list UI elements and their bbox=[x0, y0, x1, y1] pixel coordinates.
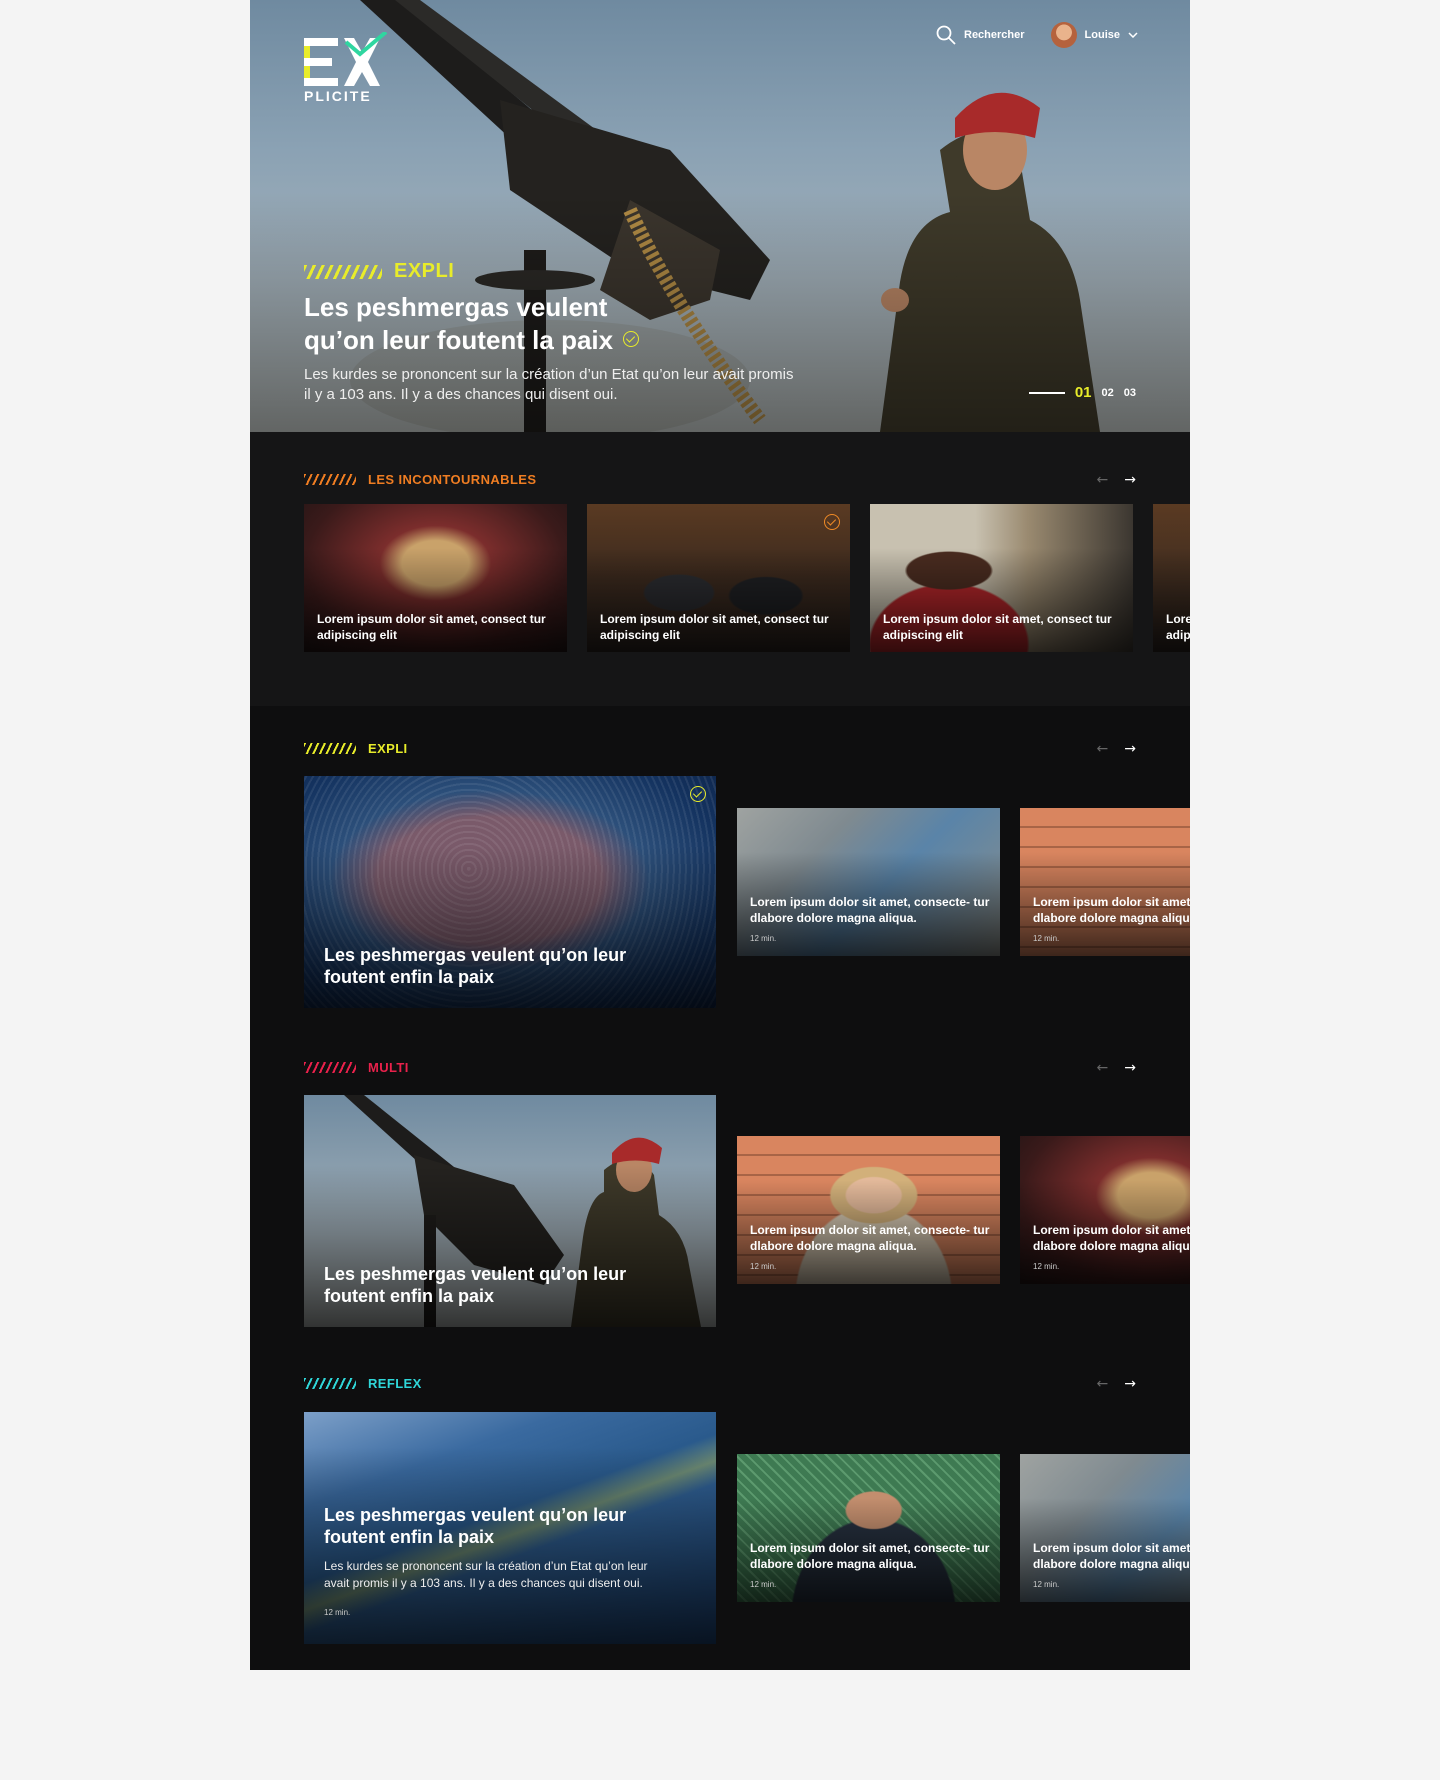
carousel-arrows: ← → bbox=[1097, 472, 1136, 488]
feature-title: Les peshmergas veulent qu’on leur fouten… bbox=[324, 1504, 676, 1624]
section-header-multi: MULTI bbox=[304, 1060, 409, 1075]
hero-title-line1: Les peshmergas veulent bbox=[304, 292, 608, 322]
carousel-arrows: ← → bbox=[1097, 1060, 1136, 1076]
card-caption: Lorem ipsum dolor sit amet, consecte- tu… bbox=[1033, 894, 1190, 947]
hero-tag: EXPLI bbox=[304, 260, 824, 283]
hero-title-line2: qu’on leur foutent la paix bbox=[304, 325, 614, 355]
feature-card[interactable]: Les peshmergas veulent qu’on leur fouten… bbox=[304, 1095, 716, 1327]
stripes-icon bbox=[304, 1062, 356, 1073]
feature-description: Les kurdes se prononcent sur la création… bbox=[324, 1559, 648, 1590]
pager-item-2[interactable]: 02 bbox=[1102, 387, 1114, 399]
card[interactable]: Lorem ipsum dolor sit amet, consecte- tu… bbox=[737, 1454, 1000, 1602]
carousel-arrows: ← → bbox=[1097, 1376, 1136, 1392]
stripes-icon bbox=[304, 474, 356, 485]
arrow-right-icon[interactable]: → bbox=[1124, 1060, 1136, 1076]
hero-text: EXPLI Les peshmergas veulent qu’on leur … bbox=[304, 260, 824, 405]
feature-card[interactable]: Les peshmergas veulent qu’on leur fouten… bbox=[304, 1412, 716, 1644]
stripes-icon bbox=[304, 743, 356, 754]
pager-item-3[interactable]: 03 bbox=[1124, 387, 1136, 399]
card-duration: 12 min. bbox=[750, 1262, 777, 1271]
hero-title[interactable]: Les peshmergas veulent qu’on leur fouten… bbox=[304, 291, 824, 357]
card-caption: Lorem ipsum dolor sit amet, consect tur … bbox=[600, 612, 829, 642]
card[interactable]: Lorem ipsum dolor sit amet, consect tur … bbox=[587, 504, 850, 652]
card[interactable]: Lorem ipsum dolor sit amet, consecte- tu… bbox=[1020, 1136, 1190, 1284]
pager-item-1[interactable]: 01 bbox=[1075, 384, 1092, 401]
brand-logo[interactable]: PLICITE bbox=[304, 30, 390, 112]
check-icon bbox=[623, 331, 640, 348]
chevron-down-icon bbox=[1128, 32, 1138, 38]
section-title: EXPLI bbox=[368, 741, 408, 756]
check-icon bbox=[690, 786, 706, 802]
card-duration: 12 min. bbox=[750, 1580, 777, 1589]
card-caption: Lorem ipsum dolor sit amet, consecte- tu… bbox=[750, 894, 990, 947]
arrow-right-icon[interactable]: → bbox=[1124, 741, 1136, 757]
card[interactable]: Lorem ipsum dolor sit amet, consecte- tu… bbox=[1020, 808, 1190, 956]
card-duration: 12 min. bbox=[1033, 934, 1060, 943]
card-caption: Lorem ipsum dolor sit amet, consecte- tu… bbox=[750, 1222, 990, 1275]
card[interactable]: Lorem ipsum dolor sit amet, consect tur … bbox=[870, 504, 1133, 652]
content-sections: EXPLI ← → Les peshmergas veulent qu’on l… bbox=[250, 706, 1190, 1670]
section-title: LES INCONTOURNABLES bbox=[368, 472, 537, 487]
section-title: MULTI bbox=[368, 1060, 409, 1075]
carousel-arrows: ← → bbox=[1097, 741, 1136, 757]
arrow-right-icon[interactable]: → bbox=[1124, 1376, 1136, 1392]
user-menu[interactable]: Louise bbox=[1050, 22, 1138, 48]
card-caption: Lorem ipsum dolor sit amet, consecte- tu… bbox=[750, 1540, 990, 1593]
arrow-left-icon[interactable]: ← bbox=[1097, 1060, 1109, 1076]
arrow-left-icon[interactable]: ← bbox=[1097, 472, 1109, 488]
card[interactable]: Lorem ipsum dolor sit amet, consecte- tu… bbox=[737, 1136, 1000, 1284]
search-icon bbox=[936, 25, 956, 45]
card-duration: 12 min. bbox=[324, 1608, 351, 1617]
card[interactable]: Lorem ipsum dolor sit amet, consecte- tu… bbox=[737, 808, 1000, 956]
arrow-left-icon[interactable]: ← bbox=[1097, 1376, 1109, 1392]
avatar bbox=[1050, 22, 1077, 48]
card-duration: 12 min. bbox=[1033, 1262, 1060, 1271]
card-caption: Lorem ipsum dolor sit amet, consecte- tu… bbox=[1033, 1222, 1190, 1275]
card-caption: Lorem ipsum dolor sit amet, consect tur … bbox=[883, 612, 1112, 642]
card-caption: Lorem ipsum dolor sit amet, consecte- tu… bbox=[1033, 1540, 1190, 1593]
search-button[interactable]: Rechercher bbox=[936, 25, 1025, 45]
card[interactable]: Lorem ipsum dolor sit amet, consect tur … bbox=[304, 504, 567, 652]
stripes-icon bbox=[304, 264, 382, 279]
hero[interactable]: PLICITE Rechercher Louise EXPLI Les pesh… bbox=[250, 0, 1190, 432]
card-caption: Lorem ipsum dolor sit amet, consect tur … bbox=[1166, 612, 1190, 642]
brand-wordmark: PLICITE bbox=[304, 88, 372, 104]
card[interactable]: Lorem ipsum dolor sit amet, consect tur … bbox=[1153, 504, 1190, 652]
arrow-right-icon[interactable]: → bbox=[1124, 472, 1136, 488]
pager-line bbox=[1028, 391, 1065, 394]
card-duration: 12 min. bbox=[750, 934, 777, 943]
section-header-expli: EXPLI bbox=[304, 741, 408, 756]
hero-tag-label: EXPLI bbox=[394, 260, 455, 282]
stripes-icon bbox=[304, 1378, 356, 1389]
hero-description: Les kurdes se prononcent sur la création… bbox=[304, 366, 794, 403]
search-label: Rechercher bbox=[964, 29, 1025, 41]
feature-title: Les peshmergas veulent qu’on leur fouten… bbox=[324, 1264, 627, 1306]
user-name: Louise bbox=[1084, 29, 1120, 41]
arrow-left-icon[interactable]: ← bbox=[1097, 741, 1109, 757]
card-duration: 12 min. bbox=[1033, 1580, 1060, 1589]
section-header: LES INCONTOURNABLES bbox=[304, 472, 536, 487]
section-title: REFLEX bbox=[368, 1376, 422, 1391]
topbar: Rechercher Louise bbox=[936, 22, 1138, 48]
hero-pager: 01 02 03 bbox=[1028, 384, 1136, 401]
feature-card[interactable]: Les peshmergas veulent qu’on leur fouten… bbox=[304, 776, 716, 1008]
card-caption: Lorem ipsum dolor sit amet, consect tur … bbox=[317, 612, 546, 642]
feature-title: Les peshmergas veulent qu’on leur fouten… bbox=[324, 945, 627, 987]
check-icon bbox=[824, 514, 840, 530]
card[interactable]: Lorem ipsum dolor sit amet, consecte- tu… bbox=[1020, 1454, 1190, 1602]
section-incontournables: LES INCONTOURNABLES ← → Lorem ipsum dolo… bbox=[250, 432, 1190, 706]
section-header-reflex: REFLEX bbox=[304, 1376, 422, 1391]
